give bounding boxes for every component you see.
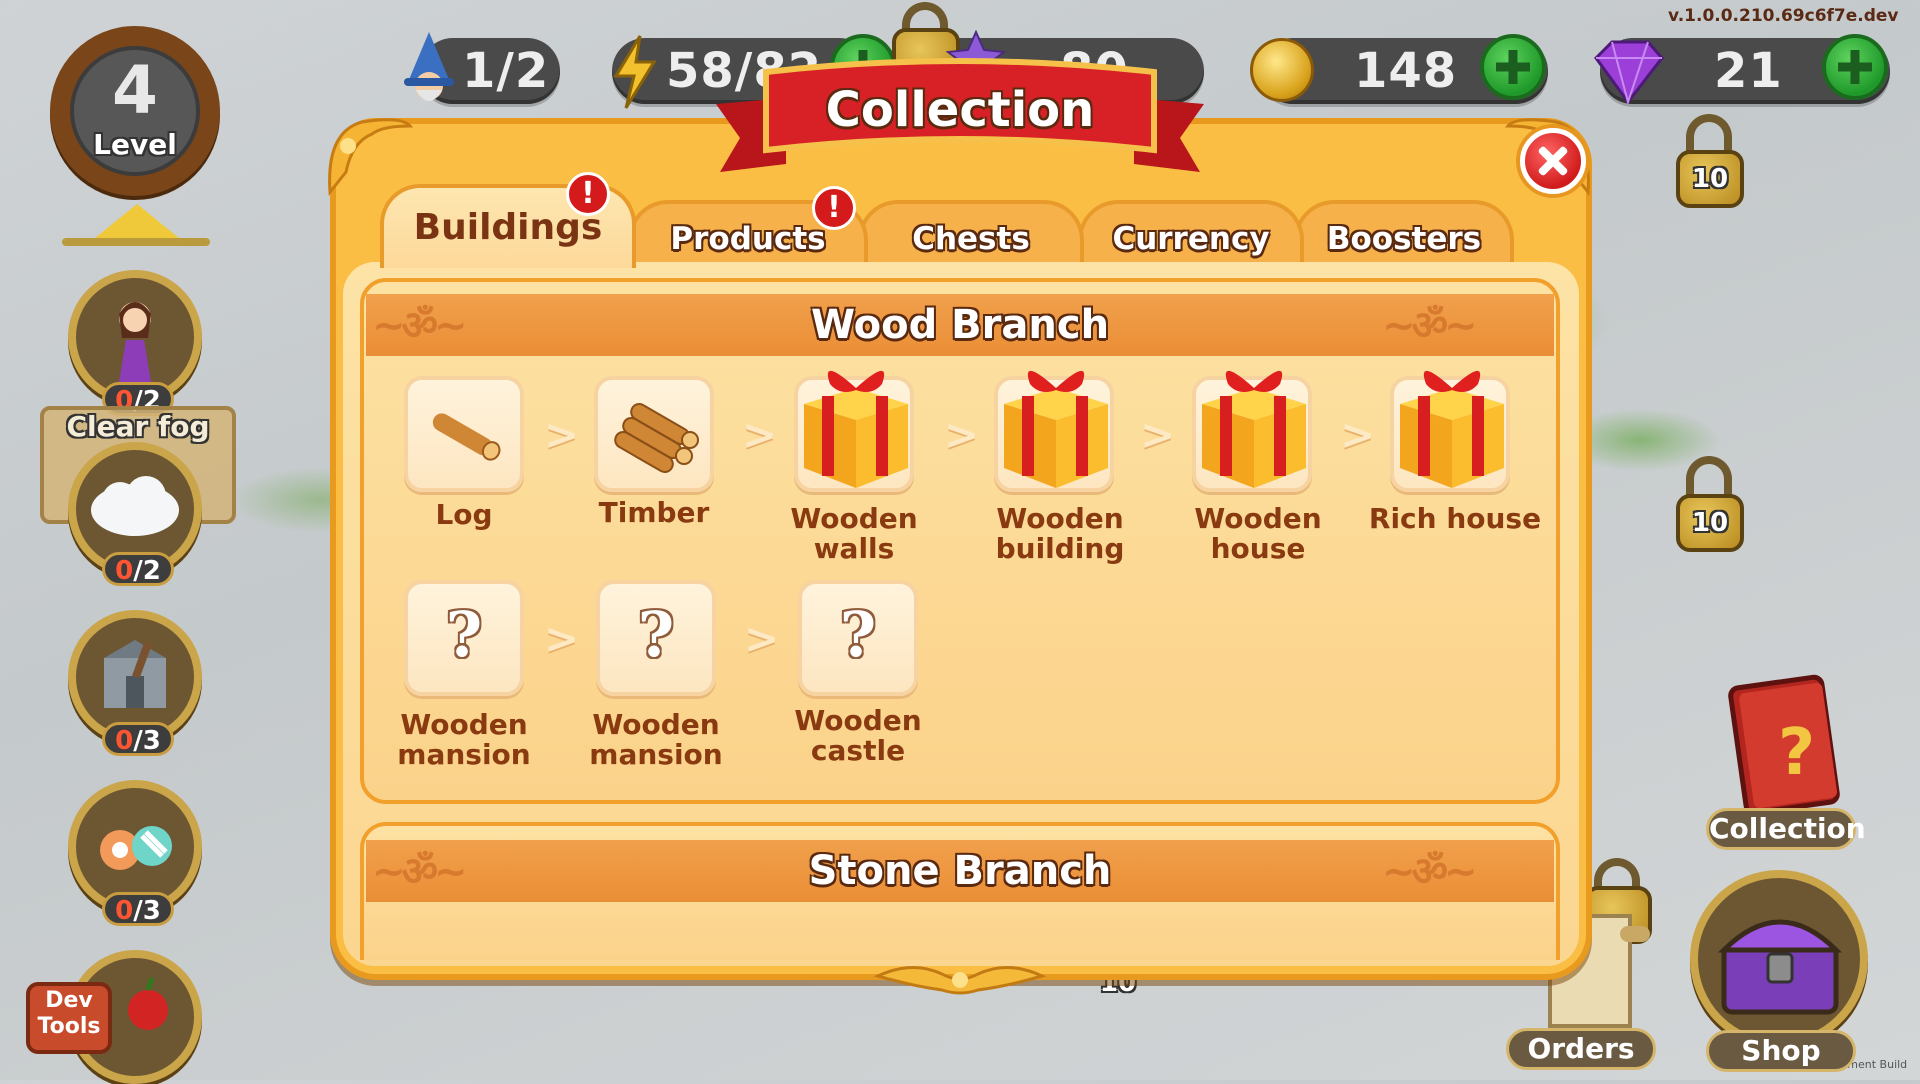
collection-button[interactable]: Collection xyxy=(1706,808,1866,850)
add-coins-button[interactable] xyxy=(1480,34,1546,100)
gift-icon xyxy=(1004,370,1108,488)
coin-icon xyxy=(1250,38,1314,102)
collection-book-icon[interactable]: ? xyxy=(1720,666,1846,816)
item-card-wooden-castle[interactable]: ? xyxy=(798,580,918,696)
arrow-1: > xyxy=(544,410,580,459)
arrow-4: > xyxy=(1140,410,1176,459)
cloud-icon xyxy=(91,476,179,536)
clear-fog-label: Clear fog xyxy=(66,410,210,443)
stone-branch-title: Stone Branch xyxy=(808,848,1112,894)
wizard-count: 1/2 xyxy=(462,43,550,99)
item-label-wooden-castle: Wooden castle xyxy=(794,704,922,767)
item-label-wooden-walls: Wooden walls xyxy=(790,502,918,565)
tab-products-label: Products xyxy=(670,221,826,257)
quest-count-2: 0/2 xyxy=(102,552,174,586)
item-card-log[interactable] xyxy=(404,376,524,492)
question-icon: ? xyxy=(839,598,877,671)
level-up-arrow-icon[interactable] xyxy=(95,204,179,238)
log-icon xyxy=(432,413,501,461)
products-alert-icon: ! xyxy=(812,186,856,230)
gift-icon xyxy=(1202,370,1306,488)
item-card-timber[interactable] xyxy=(594,376,714,492)
modal-title: Collection xyxy=(825,82,1095,138)
tab-buildings-label: Buildings xyxy=(413,207,603,248)
item-label-log: Log xyxy=(435,498,493,531)
right-lock-2-level: 10 xyxy=(1691,508,1729,538)
item-label-wooden-mansion-2: Wooden mansion xyxy=(589,708,723,771)
add-gems-button[interactable] xyxy=(1822,34,1888,100)
arrow-3: > xyxy=(944,410,980,459)
item-label-rich-house: Rich house xyxy=(1368,502,1542,535)
level-progress-bar xyxy=(62,238,210,246)
gem-count: 21 xyxy=(1714,43,1783,99)
wood-branch-title: Wood Branch xyxy=(810,302,1110,348)
tab-boosters-label: Boosters xyxy=(1326,221,1482,257)
item-label-wooden-house: Wooden house xyxy=(1194,502,1322,565)
stone-building-icon xyxy=(104,640,166,708)
quest-count-4: 0/3 xyxy=(102,892,174,926)
coin-count: 148 xyxy=(1354,43,1458,99)
tab-chests-label: Chests xyxy=(912,221,1030,257)
dev-tools-label: Dev Tools xyxy=(37,988,101,1039)
wizard-icon xyxy=(404,32,454,101)
item-card-wooden-mansion-1[interactable]: ? xyxy=(404,580,524,696)
gift-icon xyxy=(1400,370,1504,488)
item-card-wooden-mansion-2[interactable]: ? xyxy=(596,580,716,696)
gem-icon xyxy=(1594,40,1664,106)
treasure-chest-icon xyxy=(1717,919,1843,1015)
svg-text:?: ? xyxy=(1778,716,1815,790)
shop-button[interactable]: Shop xyxy=(1706,1030,1856,1072)
right-lock-1-level: 10 xyxy=(1691,164,1729,194)
quest-count-3: 0/3 xyxy=(102,722,174,756)
arrow-2: > xyxy=(742,410,778,459)
level-label: Level xyxy=(93,128,177,161)
gift-icon xyxy=(804,370,908,488)
item-label-timber: Timber xyxy=(598,496,710,529)
energy-icon xyxy=(613,35,657,109)
question-icon: ? xyxy=(445,598,483,671)
item-label-wooden-building: Wooden building xyxy=(995,502,1125,565)
version-text: v.1.0.0.210.69c6f7e.dev xyxy=(1668,6,1899,26)
question-icon: ? xyxy=(637,598,675,671)
princess-icon xyxy=(118,302,152,388)
arrow-5: > xyxy=(1340,410,1376,459)
tab-currency-label: Currency xyxy=(1112,221,1270,257)
orders-button[interactable]: Orders xyxy=(1506,1028,1656,1070)
candy-icon xyxy=(100,826,172,870)
level-number: 4 xyxy=(112,52,158,129)
timber-icon xyxy=(614,403,699,473)
item-label-wooden-mansion-1: Wooden mansion xyxy=(397,708,531,771)
arrow-7: > xyxy=(744,614,780,663)
buildings-alert-icon: ! xyxy=(566,172,610,216)
arrow-6: > xyxy=(544,614,580,663)
close-button[interactable] xyxy=(1520,128,1586,194)
